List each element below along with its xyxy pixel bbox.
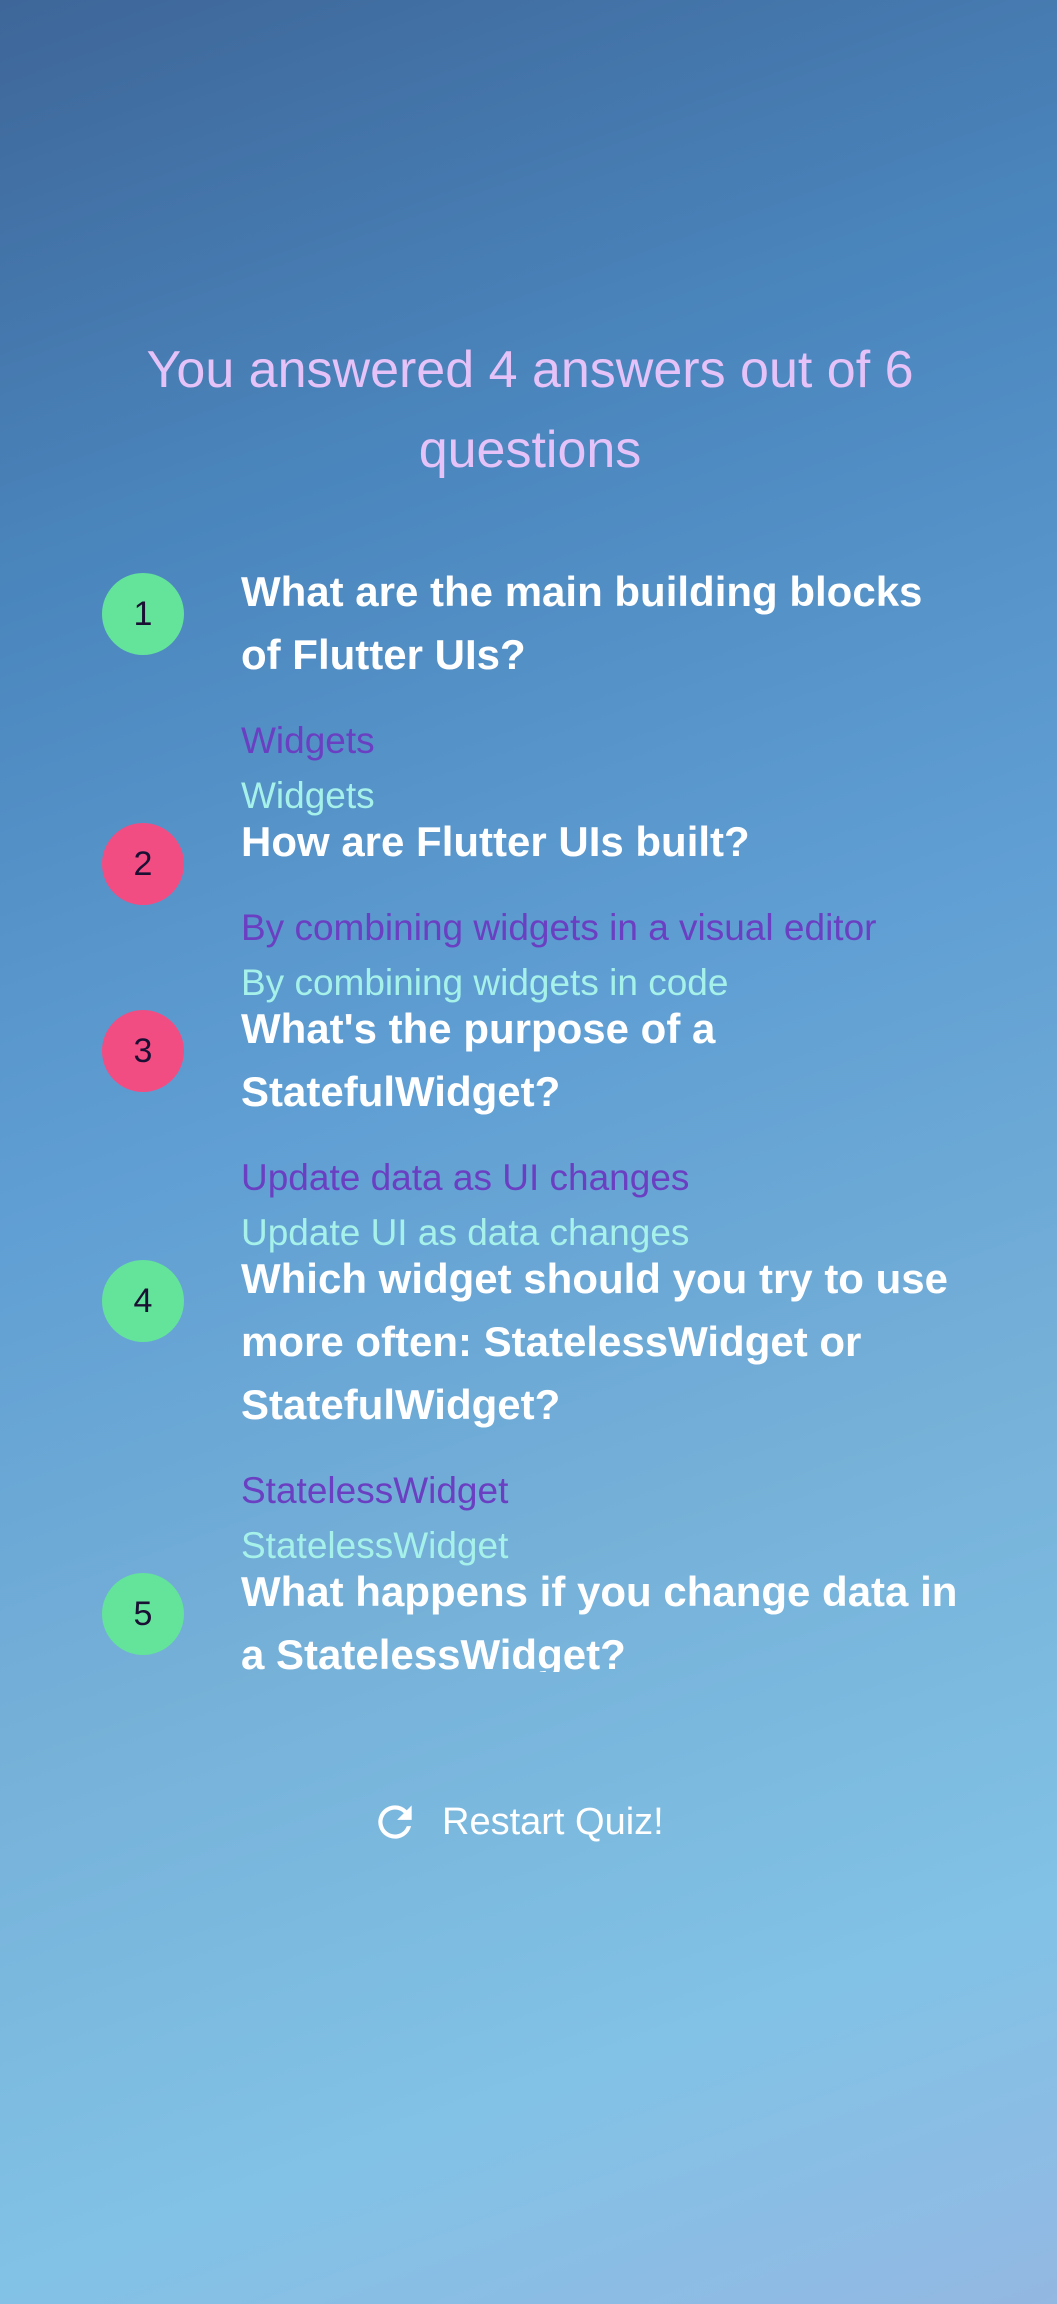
result-title: You answered 4 answers out of 6 question… <box>146 341 914 479</box>
question-index-badge: 1 <box>102 573 184 655</box>
refresh-icon <box>370 1797 420 1847</box>
question-index-badge: 2 <box>102 823 184 905</box>
user-answer: By combining widgets in a visual editor <box>241 907 877 948</box>
question-text: Which widget should you try to use more … <box>241 1255 949 1428</box>
user-answer: Update data as UI changes <box>241 1157 690 1198</box>
question-index-badge: 4 <box>102 1260 184 1342</box>
restart-button-label: Restart Quiz! <box>442 1800 664 1843</box>
question-text: What are the main building blocks of Flu… <box>241 568 923 678</box>
question-index-badge: 5 <box>102 1573 184 1655</box>
question-index-badge: 3 <box>102 1010 184 1092</box>
question-text: What's the purpose of a StatefulWidget? <box>241 1005 716 1115</box>
results-screen: You answered 4 answers out of 6 question… <box>0 0 1057 2304</box>
question-text: What happens if you change data in a Sta… <box>241 1568 958 1672</box>
questions-summary-list[interactable]: 1 What are the main building blocks of F… <box>0 560 1057 1672</box>
restart-quiz-button[interactable]: Restart Quiz! <box>370 1786 664 1858</box>
question-text: How are Flutter UIs built? <box>241 818 750 865</box>
user-answer: StatelessWidget <box>241 1470 509 1511</box>
user-answer: Widgets <box>241 720 375 761</box>
